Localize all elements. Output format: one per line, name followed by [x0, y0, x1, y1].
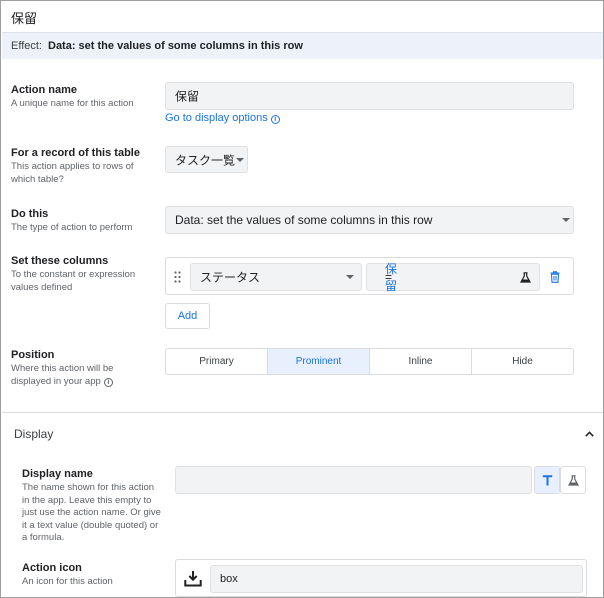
- download-box-icon: [184, 571, 202, 587]
- table-select-value: タスク一覧: [175, 153, 236, 167]
- formula-mode-button[interactable]: [560, 466, 586, 494]
- action-name-value: 保留: [175, 89, 200, 104]
- set-columns-description: To the constant or expression values def…: [11, 269, 136, 293]
- action-name-input[interactable]: 保留: [165, 82, 574, 110]
- info-icon: i: [103, 377, 113, 387]
- do-this-select[interactable]: Data: set the values of some columns in …: [165, 206, 574, 234]
- expression-input[interactable]: = 保留: [366, 262, 540, 293]
- do-this-select-value: Data: set the values of some columns in …: [175, 213, 433, 227]
- table-description: This action applies to rows of which tab…: [11, 161, 134, 185]
- add-column-button[interactable]: Add: [165, 303, 210, 329]
- chevron-down-icon: [236, 158, 244, 162]
- column-assignment-row: ステータス = 保留: [165, 257, 574, 295]
- do-this-label: Do this: [11, 208, 49, 220]
- display-name-description: The name shown for this action in the ap…: [22, 482, 161, 543]
- action-name-description: A unique name for this action: [11, 98, 134, 109]
- position-label: Position: [11, 349, 55, 361]
- table-label: For a record of this table: [11, 147, 140, 159]
- go-to-display-options-link[interactable]: Go to display options i: [165, 112, 280, 124]
- position-segmented-control: Primary Prominent Inline Hide: [165, 348, 574, 375]
- effect-banner: Effect: Data: set the values of some col…: [2, 32, 603, 59]
- table-select[interactable]: タスク一覧: [165, 146, 248, 173]
- action-icon-field: box: [175, 559, 587, 597]
- position-description: Where this action will be displayed in y…: [11, 363, 141, 388]
- column-select[interactable]: ステータス: [190, 263, 362, 291]
- position-option-prominent[interactable]: Prominent: [268, 349, 370, 374]
- go-to-display-options-text: Go to display options: [165, 112, 268, 124]
- display-section-title: Display: [14, 427, 54, 441]
- flask-icon[interactable]: [520, 272, 531, 283]
- effect-value: Data: set the values of some columns in …: [48, 40, 303, 52]
- chevron-up-icon[interactable]: [585, 431, 594, 437]
- info-icon: i: [270, 115, 280, 124]
- chevron-down-icon: [346, 275, 354, 279]
- text-mode-button[interactable]: [534, 466, 560, 494]
- display-section-header[interactable]: Display: [2, 413, 603, 453]
- drag-handle-icon[interactable]: [174, 271, 181, 283]
- trash-icon[interactable]: [550, 271, 560, 283]
- action-editor-panel: 保留 Effect: Data: set the values of some …: [0, 0, 604, 598]
- effect-label: Effect:: [11, 40, 42, 52]
- expression-value: 保留: [385, 262, 398, 293]
- panel-title: 保留: [11, 11, 38, 26]
- column-select-value: ステータス: [200, 270, 261, 285]
- action-icon-label: Action icon: [22, 562, 82, 574]
- chevron-down-icon: [562, 218, 570, 222]
- set-columns-label: Set these columns: [11, 255, 109, 267]
- action-icon-description: An icon for this action: [22, 576, 113, 587]
- do-this-description: The type of action to perform: [11, 222, 133, 233]
- position-option-hide[interactable]: Hide: [472, 349, 573, 374]
- action-icon-value: box: [220, 573, 238, 585]
- flask-icon: [568, 475, 579, 486]
- text-format-icon: [542, 475, 553, 486]
- action-icon-input[interactable]: box: [210, 565, 583, 593]
- display-name-input[interactable]: [175, 466, 532, 494]
- position-description-text: Where this action will be displayed in y…: [11, 363, 114, 387]
- position-option-primary[interactable]: Primary: [166, 349, 268, 374]
- action-name-label: Action name: [11, 84, 78, 96]
- display-name-label: Display name: [22, 468, 93, 480]
- position-option-inline[interactable]: Inline: [370, 349, 472, 374]
